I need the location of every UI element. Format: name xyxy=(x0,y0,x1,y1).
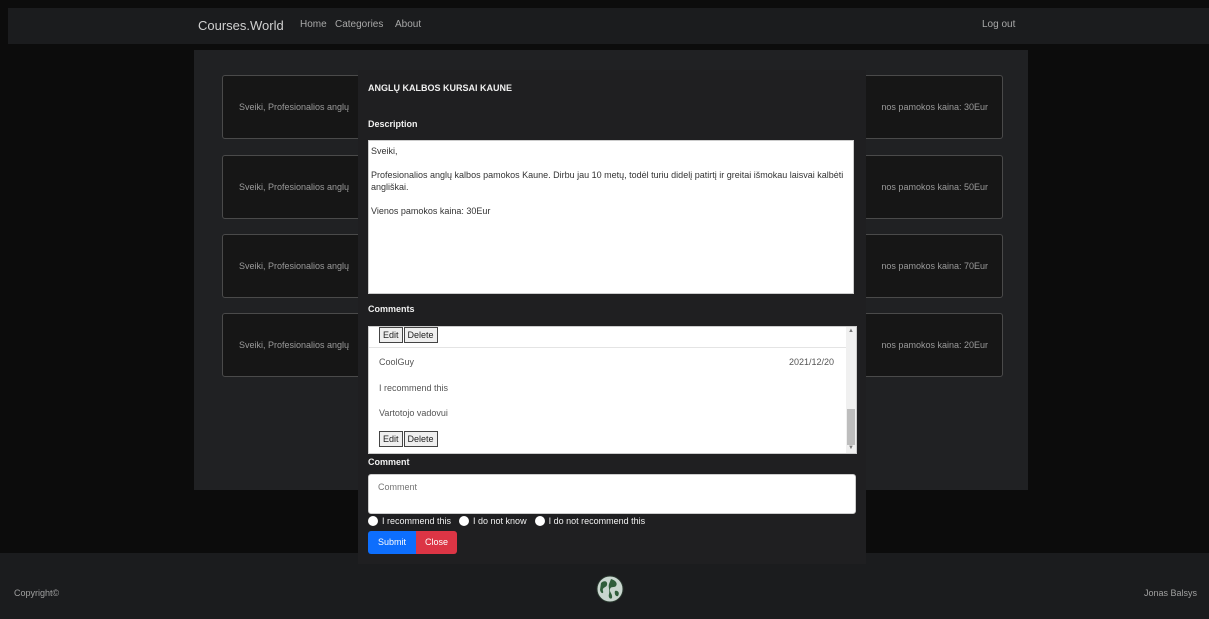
delete-comment-button[interactable]: Delete xyxy=(403,327,438,343)
delete-comment-button[interactable]: Delete xyxy=(403,431,438,447)
description-line: Profesionalios anglų kalbos pamokos Kaun… xyxy=(371,170,844,192)
comment-author: CoolGuy xyxy=(379,357,415,367)
nav-about[interactable]: About xyxy=(395,19,421,30)
comment-divider xyxy=(369,347,847,348)
nav-home[interactable]: Home xyxy=(300,19,327,30)
page: Courses.World Home Categories About Log … xyxy=(0,0,1209,619)
description-label: Description xyxy=(368,119,418,129)
navbar: Courses.World Home Categories About Log … xyxy=(8,8,1209,44)
close-button[interactable]: Close xyxy=(416,531,457,554)
comment-actions: Edit Delete xyxy=(379,431,439,447)
radio-dont-know[interactable] xyxy=(459,516,470,526)
comment-text: Vartotojo vadovui xyxy=(379,408,448,418)
brand-link[interactable]: Courses.World xyxy=(198,18,284,33)
comment-recommendation: I recommend this xyxy=(379,383,449,393)
scroll-down-arrow-icon[interactable]: ▼ xyxy=(846,444,856,453)
edit-comment-button[interactable]: Edit xyxy=(379,327,403,343)
course-card-description: Sveiki, Profesionalios anglų xyxy=(239,261,350,271)
description-line: Sveiki, xyxy=(371,146,398,156)
recommendation-radios: I recommend this I do not know I do not … xyxy=(368,516,653,526)
comment-label: Comment xyxy=(368,457,410,467)
comments-scrollbar[interactable]: ▲ ▼ xyxy=(846,327,856,453)
course-card-price: nos pamokos kaina: 20Eur xyxy=(881,340,988,350)
globe-logo-icon xyxy=(596,575,624,603)
radio-not-recommend[interactable] xyxy=(534,516,545,526)
copyright-text: Copyright© xyxy=(14,588,60,598)
author-text: Jonas Balsys xyxy=(1143,588,1197,598)
course-modal: ANGLŲ KALBOS KURSAI KAUNE Description Sv… xyxy=(358,70,866,564)
course-card-description: Sveiki, Profesionalios anglų xyxy=(239,340,350,350)
comment-actions: Edit Delete xyxy=(379,327,439,343)
edit-comment-button[interactable]: Edit xyxy=(379,431,403,447)
radio-dont-know-label: I do not know xyxy=(473,516,527,526)
comment-input[interactable] xyxy=(368,474,856,514)
course-card-price: nos pamokos kaina: 30Eur xyxy=(881,102,988,112)
comments-list[interactable]: Edit Delete CoolGuy 2021/12/20 I recomme… xyxy=(368,326,857,454)
scroll-thumb[interactable] xyxy=(847,409,855,445)
submit-button[interactable]: Submit xyxy=(368,531,416,554)
radio-recommend[interactable] xyxy=(368,516,378,526)
course-card-price: nos pamokos kaina: 50Eur xyxy=(881,182,988,192)
course-card-description: Sveiki, Profesionalios anglų xyxy=(239,182,350,192)
comments-label: Comments xyxy=(368,304,415,314)
course-card-description: Sveiki, Profesionalios anglų xyxy=(239,102,350,112)
modal-title: ANGLŲ KALBOS KURSAI KAUNE xyxy=(368,83,512,93)
description-box[interactable]: Sveiki, Profesionalios anglų kalbos pamo… xyxy=(368,140,854,294)
course-card-price: nos pamokos kaina: 70Eur xyxy=(881,261,988,271)
comment-date: 2021/12/20 xyxy=(788,357,834,367)
radio-not-recommend-label: I do not recommend this xyxy=(548,516,646,526)
radio-recommend-label: I recommend this xyxy=(382,516,452,526)
scroll-up-arrow-icon[interactable]: ▲ xyxy=(846,327,856,336)
description-line: Vienos pamokos kaina: 30Eur xyxy=(371,206,491,216)
logout-link[interactable]: Log out xyxy=(982,19,1015,30)
nav-categories[interactable]: Categories xyxy=(335,19,383,30)
